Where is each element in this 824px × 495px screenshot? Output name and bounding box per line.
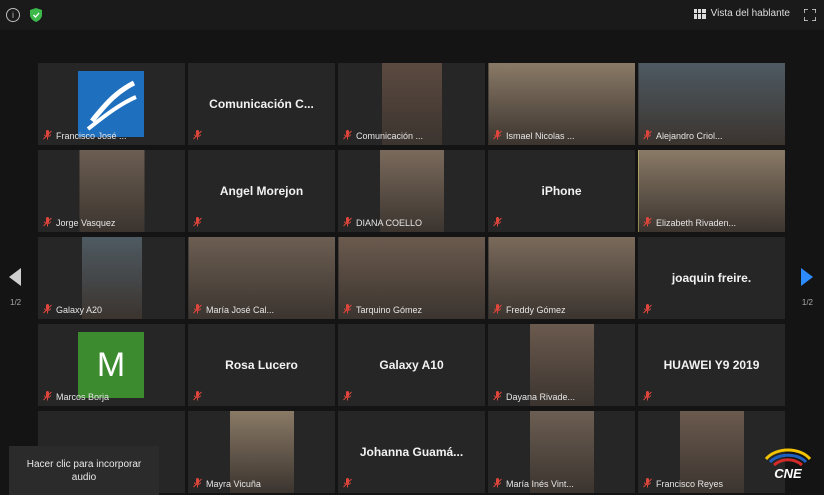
participant-tile[interactable]: iPhone: [488, 150, 635, 232]
participant-tile[interactable]: Johanna Guamá...: [338, 411, 485, 493]
muted-mic-icon: [343, 391, 352, 401]
muted-mic-icon: [43, 217, 52, 227]
muted-mic-icon: [193, 391, 202, 401]
participant-tile[interactable]: Galaxy A20: [38, 237, 185, 319]
previous-page-arrow-icon[interactable]: [9, 268, 21, 286]
participant-tile[interactable]: Francisco José ...: [38, 63, 185, 145]
participant-display-name: Angel Morejon: [219, 184, 304, 198]
participant-tile[interactable]: María José Cal...: [188, 237, 335, 319]
muted-mic-icon: [43, 391, 52, 401]
muted-mic-icon: [493, 391, 502, 401]
join-audio-button[interactable]: Hacer clic para incorporar audio: [9, 446, 159, 495]
participant-display-name: Galaxy A10: [379, 358, 444, 372]
muted-mic-icon: [643, 217, 652, 227]
participant-display-name: joaquin freire.: [671, 271, 752, 285]
muted-mic-icon: [193, 217, 202, 227]
participant-tile[interactable]: Comunicación C...: [188, 63, 335, 145]
muted-mic-icon: [193, 478, 202, 488]
avatar: M: [78, 332, 144, 398]
participant-display-name: Rosa Lucero: [225, 358, 298, 372]
muted-mic-icon: [643, 478, 652, 488]
participant-tile[interactable]: Rosa Lucero: [188, 324, 335, 406]
muted-mic-icon: [343, 217, 352, 227]
speaker-view-label: Vista del hablante: [710, 8, 790, 19]
participant-tile[interactable]: joaquin freire.: [638, 237, 785, 319]
muted-mic-icon: [493, 304, 502, 314]
fullscreen-icon[interactable]: [804, 9, 816, 21]
participant-tile[interactable]: Angel Morejon: [188, 150, 335, 232]
participant-name: Francisco Reyes: [656, 479, 724, 489]
page-indicator-left: 1/2: [10, 298, 22, 307]
participant-tile[interactable]: Dayana Rivade...: [488, 324, 635, 406]
shield-icon[interactable]: [30, 8, 42, 22]
grid-view-icon: [693, 8, 706, 19]
participant-tile[interactable]: Tarquino Gómez: [338, 237, 485, 319]
participant-logo-image: [78, 71, 144, 137]
join-audio-label-line1: Hacer clic para incorporar: [26, 458, 142, 470]
participant-name: Comunicación ...: [356, 131, 424, 141]
participant-tile[interactable]: Ismael Nicolas ...: [488, 63, 635, 145]
participant-name: Mayra Vicuña: [206, 479, 261, 489]
join-audio-label-line2: audio: [71, 471, 97, 483]
muted-mic-icon: [193, 130, 202, 140]
participant-name: Alejandro Criol...: [656, 131, 723, 141]
participant-grid: Francisco José ... Comunicación C... Comun…: [38, 63, 790, 495]
participant-tile[interactable]: Mayra Vicuña: [188, 411, 335, 493]
muted-mic-icon: [493, 130, 502, 140]
participant-name: Elizabeth Rivaden...: [656, 218, 737, 228]
info-icon[interactable]: i: [6, 8, 20, 22]
muted-mic-icon: [43, 130, 52, 140]
muted-mic-icon: [643, 130, 652, 140]
participant-name: Freddy Gómez: [506, 305, 566, 315]
muted-mic-icon: [493, 217, 502, 227]
cne-logo: CNE: [764, 448, 812, 481]
muted-mic-icon: [43, 304, 52, 314]
muted-mic-icon: [493, 478, 502, 488]
participant-tile[interactable]: DIANA COELLO: [338, 150, 485, 232]
muted-mic-icon: [643, 391, 652, 401]
participant-name: DIANA COELLO: [356, 218, 423, 228]
muted-mic-icon: [343, 304, 352, 314]
logo-text: CNE: [774, 466, 802, 481]
participant-tile[interactable]: Elizabeth Rivaden...: [638, 150, 785, 232]
participant-name: María José Cal...: [206, 305, 275, 315]
participant-name: Jorge Vasquez: [56, 218, 116, 228]
participant-tile[interactable]: María Inés Vint...: [488, 411, 635, 493]
participant-name: Galaxy A20: [56, 305, 103, 315]
participant-display-name: iPhone: [541, 184, 582, 198]
muted-mic-icon: [343, 130, 352, 140]
participant-display-name: HUAWEI Y9 2019: [663, 358, 760, 372]
speaker-view-button[interactable]: Vista del hablante: [693, 8, 790, 19]
top-bar: i Vista del hablante: [0, 0, 824, 30]
participant-tile[interactable]: Jorge Vasquez: [38, 150, 185, 232]
participant-display-name: Johanna Guamá...: [359, 445, 464, 459]
participant-name: Marcos Borja: [56, 392, 110, 402]
participant-name: Dayana Rivade...: [506, 392, 576, 402]
participant-name: Ismael Nicolas ...: [506, 131, 575, 141]
participant-tile[interactable]: Alejandro Criol...: [638, 63, 785, 145]
next-page-arrow-icon[interactable]: [801, 268, 813, 286]
top-left-icons: i: [6, 8, 42, 22]
participant-tile[interactable]: Galaxy A10: [338, 324, 485, 406]
participant-name: María Inés Vint...: [506, 479, 574, 489]
participant-tile[interactable]: Comunicación ...: [338, 63, 485, 145]
muted-mic-icon: [643, 304, 652, 314]
participant-tile[interactable]: M Marcos Borja: [38, 324, 185, 406]
page-indicator-right: 1/2: [801, 298, 813, 307]
participant-tile[interactable]: Freddy Gómez: [488, 237, 635, 319]
muted-mic-icon: [343, 478, 352, 488]
muted-mic-icon: [193, 304, 202, 314]
participant-tile[interactable]: HUAWEI Y9 2019: [638, 324, 785, 406]
participant-name: Tarquino Gómez: [356, 305, 423, 315]
participant-display-name: Comunicación C...: [209, 97, 314, 111]
participant-name: Francisco José ...: [56, 131, 127, 141]
